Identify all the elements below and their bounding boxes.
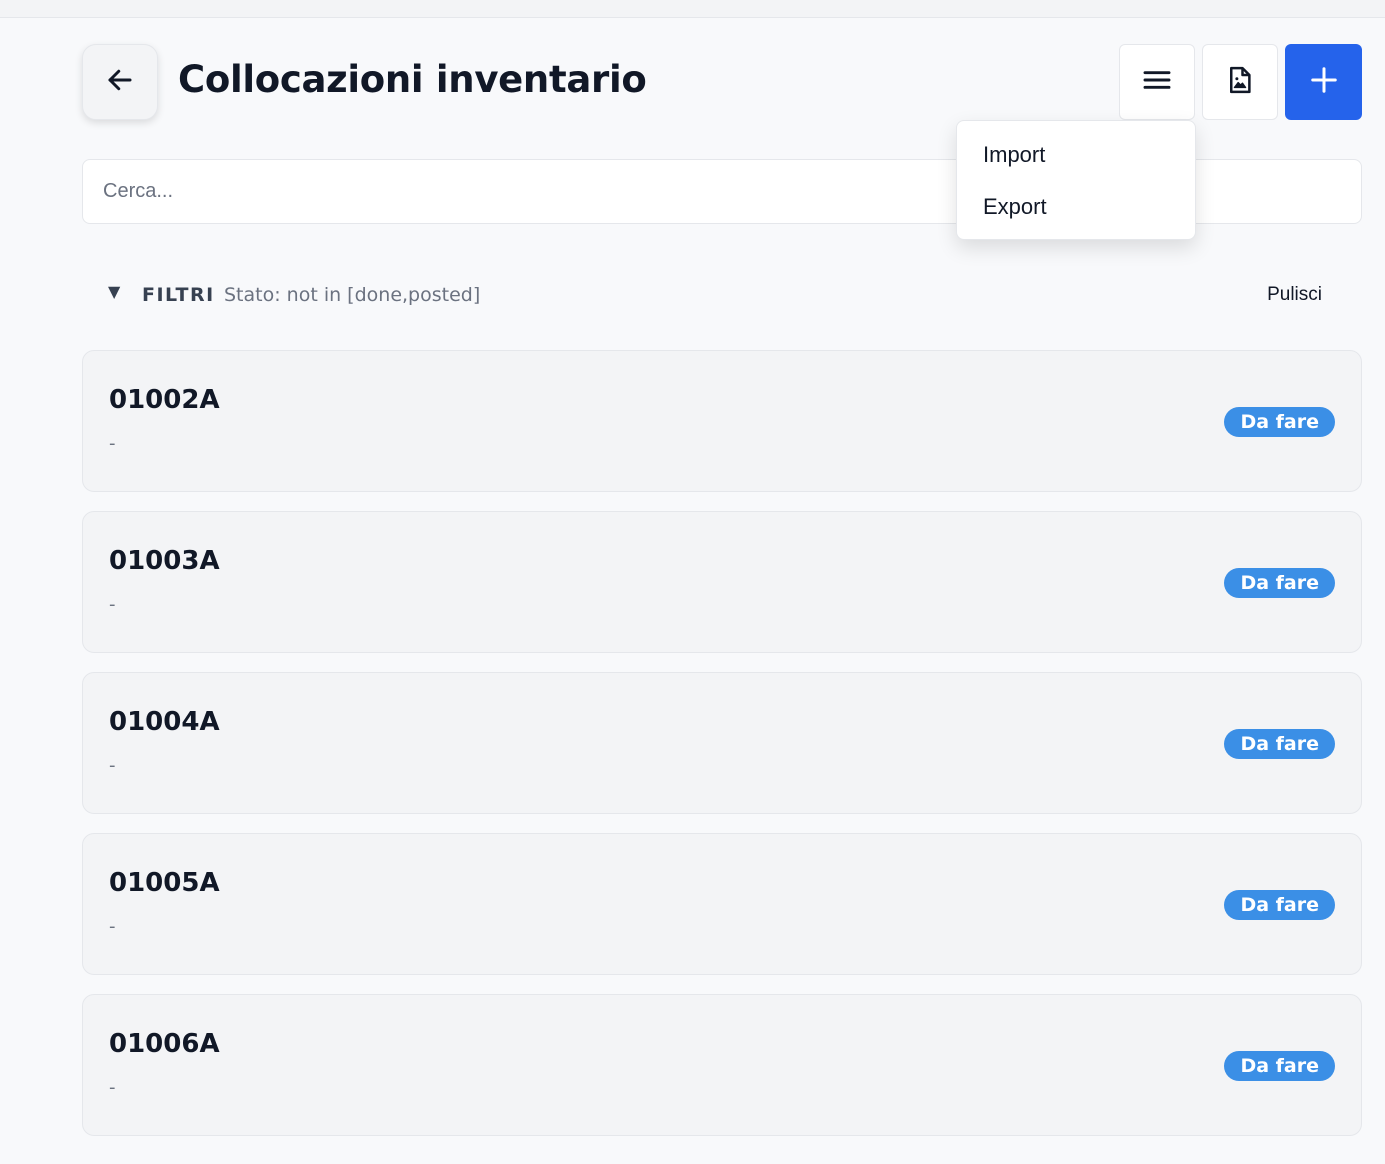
item-subtitle: - [109, 1077, 116, 1098]
report-button[interactable] [1202, 44, 1278, 120]
list-item[interactable]: 01004A - Da fare [82, 672, 1362, 814]
page-title: Collocazioni inventario [178, 58, 647, 101]
status-badge: Da fare [1224, 1051, 1335, 1081]
menu-button[interactable] [1119, 44, 1195, 120]
item-subtitle: - [109, 433, 116, 454]
active-filter-text: Stato: not in [done,posted] [224, 284, 481, 306]
arrow-left-icon [105, 65, 135, 99]
list-item[interactable]: 01003A - Da fare [82, 511, 1362, 653]
add-button[interactable] [1285, 44, 1362, 120]
back-button[interactable] [82, 44, 158, 120]
item-subtitle: - [109, 594, 116, 615]
page-header: Collocazioni inventario [82, 44, 1362, 120]
filters-bar: ▼ FILTRI Stato: not in [done,posted] Pul… [82, 276, 1362, 314]
list-item[interactable]: 01002A - Da fare [82, 350, 1362, 492]
browser-top-strip [0, 0, 1385, 18]
file-image-icon [1225, 64, 1255, 100]
item-code: 01002A [109, 385, 220, 415]
item-subtitle: - [109, 916, 116, 937]
clear-filters-button[interactable]: Pulisci [1267, 284, 1322, 306]
item-subtitle: - [109, 755, 116, 776]
plus-icon [1309, 65, 1339, 99]
item-code: 01005A [109, 868, 220, 898]
list-item[interactable]: 01006A - Da fare [82, 994, 1362, 1136]
menu-item-export[interactable]: Export [983, 194, 1047, 220]
actions-dropdown-menu: Import Export [956, 120, 1196, 240]
status-badge: Da fare [1224, 890, 1335, 920]
locations-list: 01002A - Da fare 01003A - Da fare 01004A… [82, 350, 1362, 1155]
status-badge: Da fare [1224, 407, 1335, 437]
filter-toggle-icon[interactable]: ▼ [108, 282, 120, 301]
item-code: 01004A [109, 707, 220, 737]
menu-item-import[interactable]: Import [983, 142, 1045, 168]
status-badge: Da fare [1224, 729, 1335, 759]
item-code: 01006A [109, 1029, 220, 1059]
list-item[interactable]: 01005A - Da fare [82, 833, 1362, 975]
filter-label[interactable]: FILTRI [142, 284, 215, 306]
status-badge: Da fare [1224, 568, 1335, 598]
hamburger-menu-icon [1141, 64, 1173, 100]
item-code: 01003A [109, 546, 220, 576]
